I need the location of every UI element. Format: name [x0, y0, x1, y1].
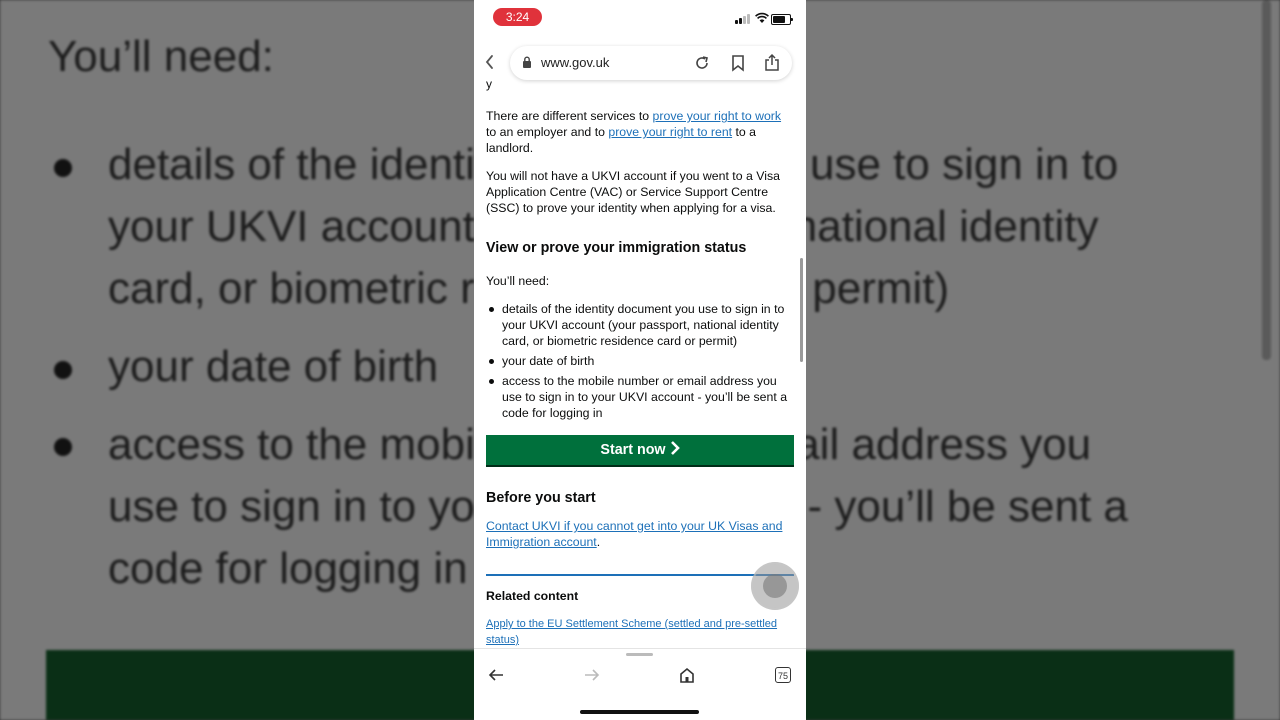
- list-item: access to the mobile number or email add…: [486, 373, 792, 421]
- text: to an employer and to: [486, 125, 609, 139]
- list-item: your date of birth: [486, 353, 792, 369]
- bg-line: You’ll need:: [48, 32, 274, 81]
- requirements-list: details of the identity document you use…: [486, 301, 792, 425]
- link-right-to-rent[interactable]: prove your right to rent: [608, 125, 732, 139]
- section-divider: [486, 574, 794, 576]
- chevron-right-icon: [670, 435, 680, 465]
- status-time: 3:24: [493, 8, 542, 26]
- start-now-label: Start now: [600, 442, 666, 458]
- lock-icon: [523, 56, 531, 68]
- url-text: www.gov.uk: [541, 55, 610, 70]
- bg-scrollbar: [1262, 0, 1271, 360]
- link-right-to-work[interactable]: prove your right to work: [653, 109, 782, 123]
- touch-indicator: [751, 562, 799, 610]
- home-icon[interactable]: [678, 666, 696, 684]
- cellular-signal-icon: [735, 13, 750, 24]
- arrow-right-icon[interactable]: [583, 666, 601, 684]
- browser-bottom-bar: 75: [474, 648, 806, 720]
- share-icon[interactable]: [763, 53, 781, 72]
- wifi-icon: [755, 12, 769, 23]
- tabs-count-button[interactable]: 75: [775, 667, 791, 683]
- battery-icon: [771, 14, 793, 25]
- bg-bullet: [54, 361, 72, 379]
- bg-line: code for logging in: [108, 544, 468, 593]
- partial-text: y: [486, 77, 492, 91]
- status-bar: 3:24: [474, 0, 806, 36]
- related-content-heading: Related content: [486, 589, 579, 603]
- text: .: [596, 535, 601, 549]
- related-link-item: Apply to the EU Settlement Scheme (settl…: [486, 616, 792, 648]
- drag-handle[interactable]: [626, 653, 653, 656]
- browser-toolbar: www.gov.uk: [474, 42, 806, 84]
- contact-paragraph: Contact UKVI if you cannot get into your…: [486, 518, 792, 550]
- section-heading: View or prove your immigration status: [486, 240, 747, 256]
- chevron-left-icon[interactable]: [484, 54, 496, 70]
- bg-line: your date of birth: [108, 342, 439, 391]
- phone-screen: 3:24 www.gov.uk y There are different se…: [474, 0, 806, 720]
- link-eu-settlement[interactable]: Apply to the EU Settlement Scheme (settl…: [486, 618, 777, 646]
- home-indicator: [580, 710, 699, 714]
- before-you-start-heading: Before you start: [486, 490, 596, 506]
- paragraph-services: There are different services to prove yo…: [486, 108, 792, 156]
- reload-icon[interactable]: [693, 54, 711, 72]
- arrow-left-icon[interactable]: [487, 666, 505, 684]
- start-now-button[interactable]: Start now: [486, 435, 794, 465]
- need-intro: You’ll need:: [486, 274, 550, 288]
- bookmark-icon[interactable]: [729, 54, 747, 72]
- text: There are different services to: [486, 109, 653, 123]
- list-item: details of the identity document you use…: [486, 301, 792, 349]
- paragraph-no-account: You will not have a UKVI account if you …: [486, 169, 780, 215]
- link-contact-ukvi[interactable]: Contact UKVI if you cannot get into your…: [486, 519, 782, 549]
- bg-bullet: [54, 159, 72, 177]
- bg-bullet: [54, 438, 72, 456]
- scrollbar-thumb[interactable]: [800, 258, 803, 362]
- address-bar[interactable]: www.gov.uk: [510, 46, 792, 80]
